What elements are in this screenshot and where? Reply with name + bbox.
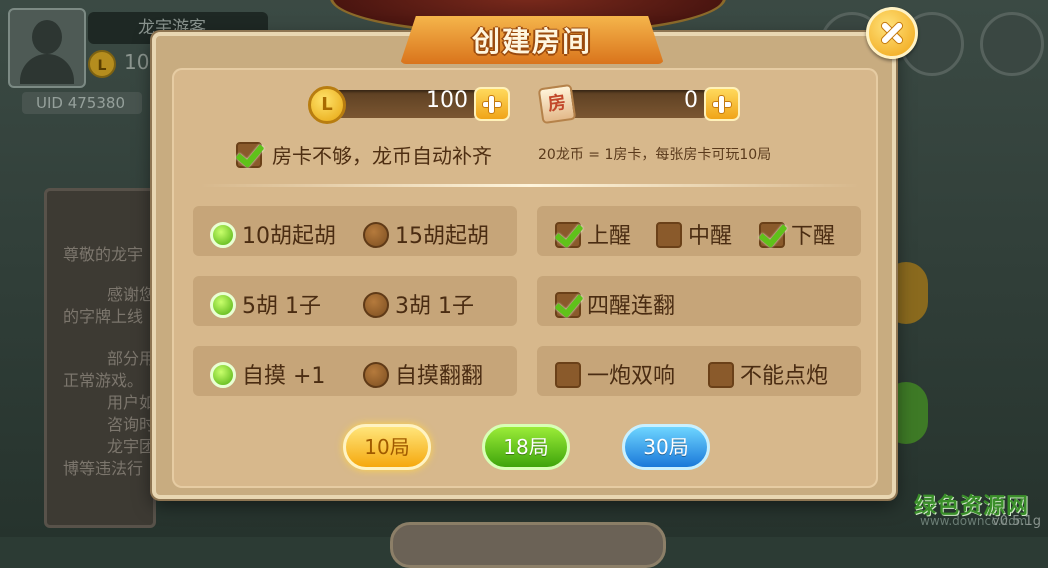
radio-option-10hu[interactable]: 10胡起胡 — [210, 218, 336, 250]
checkbox-option-shangxing[interactable]: 上醒 — [555, 218, 631, 250]
radio-option-zimo-plus1[interactable]: 自摸 +1 — [210, 358, 325, 390]
option-label: 不能点炮 — [740, 364, 829, 389]
notice-line: 正常游戏。 — [63, 371, 144, 390]
add-coins-button[interactable] — [474, 87, 510, 121]
coin-icon: L — [88, 50, 116, 78]
room-card-icon: 房 — [537, 83, 577, 125]
auto-fill-checkbox[interactable] — [236, 142, 262, 168]
checkbox-option-buneng-dianpao[interactable]: 不能点炮 — [708, 358, 828, 390]
radio-option-5hu1zi[interactable]: 5胡 1子 — [210, 288, 321, 320]
option-label: 自摸翻翻 — [395, 364, 484, 389]
notice-line: 的字牌上线 — [63, 307, 144, 326]
notice-line: 博等违法行 — [63, 459, 144, 478]
bottom-button[interactable] — [390, 522, 666, 568]
radio-option-zimo-fanfan[interactable]: 自摸翻翻 — [363, 358, 483, 390]
checkbox-option-sixing-lianfan[interactable]: 四醒连翻 — [555, 288, 675, 320]
coin-icon: L — [308, 86, 346, 124]
notice-panel: 尊敬的龙宇 感谢您 的字牌上线 部分用 正常游戏。 用户如 咨询时 龙宇团 博等… — [44, 188, 156, 528]
radio-option-3hu1zi[interactable]: 3胡 1子 — [363, 288, 474, 320]
option-label: 四醒连翻 — [587, 294, 676, 319]
option-label: 一炮双响 — [587, 364, 676, 389]
option-label: 中醒 — [688, 224, 733, 249]
menu-icon[interactable] — [980, 12, 1044, 76]
add-cards-button[interactable] — [704, 87, 740, 121]
checkbox-option-xiaxing[interactable]: 下醒 — [759, 218, 835, 250]
radio-unselected-icon — [363, 292, 389, 318]
notice-line: 部分用 — [107, 349, 156, 368]
avatar[interactable] — [8, 8, 86, 88]
player-uid: UID 475380 — [22, 92, 142, 114]
radio-selected-icon — [210, 362, 236, 388]
option-label: 15胡起胡 — [395, 224, 489, 249]
checkbox-option-yipao-shuangxiang[interactable]: 一炮双响 — [555, 358, 675, 390]
rounds-30-button[interactable]: 30局 — [622, 424, 710, 470]
notice-line: 龙宇团 — [107, 437, 156, 456]
checkbox-unchecked-icon — [656, 222, 682, 248]
checkbox-checked-icon — [759, 222, 785, 248]
radio-option-15hu[interactable]: 15胡起胡 — [363, 218, 489, 250]
option-label: 自摸 +1 — [242, 364, 326, 389]
checkbox-unchecked-icon — [555, 362, 581, 388]
radio-unselected-icon — [363, 362, 389, 388]
dialog-title: 创建房间 — [471, 25, 592, 58]
option-label: 上醒 — [587, 224, 632, 249]
checkbox-unchecked-icon — [708, 362, 734, 388]
radio-selected-icon — [210, 222, 236, 248]
notice-line: 咨询时 — [107, 415, 156, 434]
checkbox-option-zhongxing[interactable]: 中醒 — [656, 218, 732, 250]
card-balance: 0 — [684, 88, 698, 113]
radio-unselected-icon — [363, 222, 389, 248]
close-button[interactable] — [866, 7, 918, 59]
notice-line: 尊敬的龙宇 — [63, 245, 144, 264]
avatar-head — [32, 20, 62, 54]
auto-fill-label: 房卡不够，龙币自动补齐 — [272, 144, 492, 168]
option-label: 5胡 1子 — [242, 294, 321, 319]
checkbox-checked-icon — [555, 222, 581, 248]
coin-balance: 100 — [426, 88, 468, 113]
notice-line: 用户如 — [107, 393, 156, 412]
option-label: 10胡起胡 — [242, 224, 336, 249]
avatar-body — [20, 54, 74, 84]
rounds-18-button[interactable]: 18局 — [482, 424, 570, 470]
option-label: 3胡 1子 — [395, 294, 474, 319]
notice-line: 感谢您 — [107, 285, 156, 304]
rounds-10-button[interactable]: 10局 — [343, 424, 431, 470]
checkbox-checked-icon — [555, 292, 581, 318]
version-label: v0.5.1g — [992, 514, 1042, 529]
radio-selected-icon — [210, 292, 236, 318]
exchange-note: 20龙币 = 1房卡，每张房卡可玩10局 — [538, 147, 772, 163]
divider — [200, 184, 860, 187]
option-label: 下醒 — [791, 224, 836, 249]
